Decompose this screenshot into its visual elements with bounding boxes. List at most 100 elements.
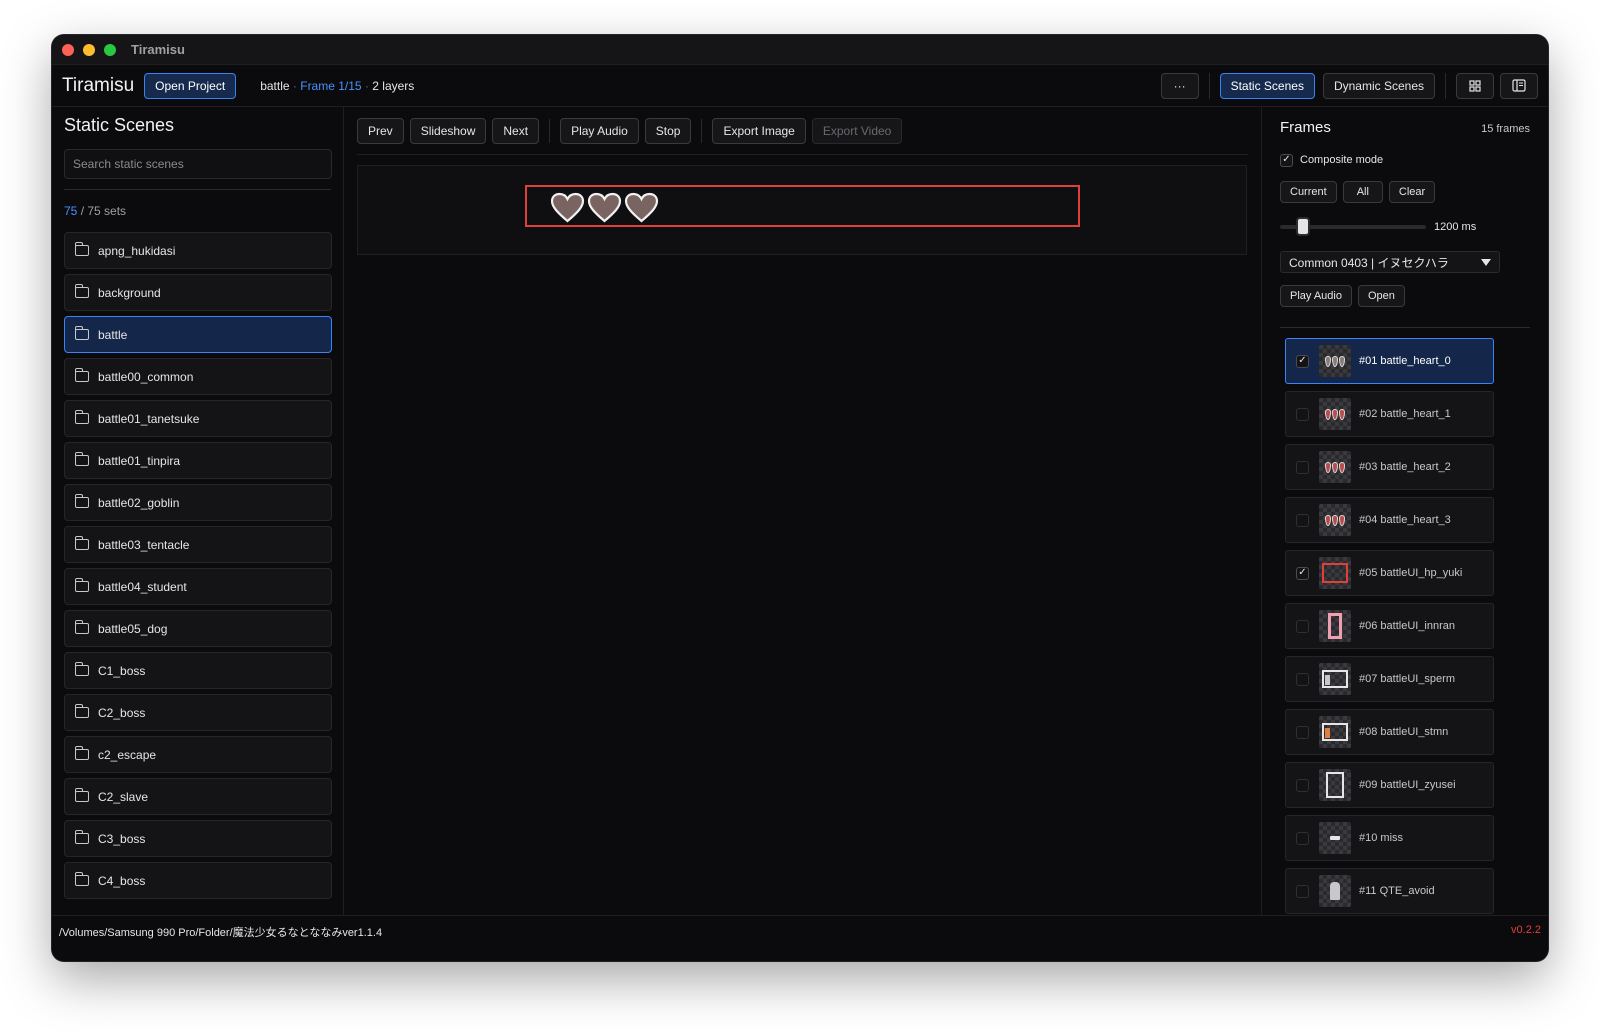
frame-thumbnail: [1319, 663, 1351, 695]
project-path: /Volumes/Samsung 990 Pro/Folder/魔法少女るなとな…: [59, 927, 383, 939]
frame-item-label: #11 QTE_avoid: [1359, 885, 1435, 897]
scene-item[interactable]: C1_boss: [64, 652, 332, 689]
scene-item[interactable]: battle00_common: [64, 358, 332, 395]
scene-item[interactable]: apng_hukidasi: [64, 232, 332, 269]
frame-item[interactable]: #03 battle_heart_2: [1285, 444, 1494, 490]
composite-mode-checkbox[interactable]: ✓: [1280, 153, 1293, 167]
grid-icon: [1469, 79, 1481, 92]
frame-checkbox[interactable]: [1296, 831, 1309, 845]
select-all-button[interactable]: All: [1342, 181, 1383, 203]
frame-item[interactable]: ✓ #05 battleUI_hp_yuki: [1285, 550, 1494, 596]
open-project-button[interactable]: Open Project: [144, 72, 237, 99]
scene-item-label: C2_boss: [98, 705, 146, 720]
scene-item[interactable]: C4_boss: [64, 862, 332, 899]
hearts-thumbnail-icon: [1325, 514, 1345, 526]
scene-search-input[interactable]: [64, 149, 332, 179]
open-audio-button[interactable]: Open: [1357, 285, 1405, 307]
folder-icon: [74, 620, 89, 634]
prev-button[interactable]: Prev: [357, 117, 404, 144]
frame-item[interactable]: #07 battleUI_sperm: [1285, 656, 1494, 702]
scene-item[interactable]: battle: [64, 316, 332, 353]
more-menu-button[interactable]: ···: [1160, 72, 1199, 99]
frame-item[interactable]: #10 miss: [1285, 815, 1494, 861]
scene-item[interactable]: battle03_tentacle: [64, 526, 332, 563]
frame-checkbox[interactable]: [1296, 778, 1309, 792]
stop-button[interactable]: Stop: [644, 117, 692, 144]
frame-checkbox[interactable]: [1296, 884, 1309, 898]
scene-item[interactable]: C2_slave: [64, 778, 332, 815]
folder-icon: [74, 242, 89, 256]
scene-item[interactable]: battle02_goblin: [64, 484, 332, 521]
frame-checkbox[interactable]: [1296, 619, 1309, 633]
sidebar-divider: [64, 189, 331, 190]
scene-item-label: battle01_tinpira: [98, 453, 181, 468]
scene-item[interactable]: background: [64, 274, 332, 311]
figure-thumbnail-icon: [1330, 882, 1340, 900]
folder-icon: [74, 830, 89, 844]
header-divider: [1208, 72, 1210, 99]
frame-checkbox[interactable]: [1296, 407, 1309, 421]
hearts-thumbnail-icon: [1325, 461, 1345, 473]
scene-item[interactable]: C3_boss: [64, 820, 332, 857]
frame-item[interactable]: #09 battleUI_zyusei: [1285, 762, 1494, 808]
export-image-button[interactable]: Export Image: [712, 117, 806, 144]
frame-play-audio-button[interactable]: Play Audio: [1280, 285, 1352, 307]
frame-checkbox[interactable]: [1296, 672, 1309, 686]
grid-view-button[interactable]: [1456, 72, 1494, 99]
frame-checkbox[interactable]: [1296, 460, 1309, 474]
slideshow-button[interactable]: Slideshow: [409, 117, 487, 144]
folder-icon: [74, 872, 89, 886]
frame-item[interactable]: #04 battle_heart_3: [1285, 497, 1494, 543]
static-scenes-tab[interactable]: Static Scenes: [1219, 72, 1315, 99]
minimize-window-button[interactable]: [83, 43, 95, 56]
frame-item[interactable]: #02 battle_heart_1: [1285, 391, 1494, 437]
frame-item[interactable]: #11 QTE_avoid: [1285, 868, 1494, 914]
scene-item[interactable]: battle05_dog: [64, 610, 332, 647]
select-current-button[interactable]: Current: [1280, 181, 1337, 203]
scene-item[interactable]: c2_escape: [64, 736, 332, 773]
frame-checkbox[interactable]: [1296, 513, 1309, 527]
heart-row: [550, 192, 659, 223]
clear-selection-button[interactable]: Clear: [1388, 181, 1436, 203]
panel-layout-button[interactable]: [1500, 72, 1538, 99]
folder-icon: [74, 326, 89, 340]
breadcrumb-layers: 2 layers: [372, 78, 415, 93]
folder-icon: [74, 284, 89, 298]
next-button[interactable]: Next: [492, 117, 540, 144]
scene-item[interactable]: battle04_student: [64, 568, 332, 605]
export-video-button[interactable]: Export Video: [811, 117, 903, 144]
frame-item[interactable]: #06 battleUI_innran: [1285, 603, 1494, 649]
dynamic-scenes-tab[interactable]: Dynamic Scenes: [1322, 72, 1435, 99]
frame-item[interactable]: #08 battleUI_stmn: [1285, 709, 1494, 755]
heart-icon: [587, 192, 622, 223]
composite-canvas[interactable]: [357, 165, 1247, 255]
scene-item[interactable]: battle01_tinpira: [64, 442, 332, 479]
frames-panel: Frames 15 frames ✓ Composite mode Curren…: [1261, 107, 1548, 915]
folder-icon: [74, 788, 89, 802]
composite-mode-toggle[interactable]: ✓ Composite mode: [1280, 151, 1530, 169]
close-window-button[interactable]: [62, 43, 74, 56]
hearts-thumbnail-icon: [1325, 355, 1345, 367]
frame-item[interactable]: ✓ #01 battle_heart_0: [1285, 338, 1494, 384]
frame-item-label: #07 battleUI_sperm: [1359, 673, 1455, 685]
frame-checkbox[interactable]: [1296, 725, 1309, 739]
frame-item-label: #09 battleUI_zyusei: [1359, 779, 1456, 791]
breadcrumb-scene: battle: [260, 78, 290, 93]
miss-thumbnail-icon: [1330, 836, 1340, 840]
zoom-window-button[interactable]: [104, 43, 116, 56]
scene-list: apng_hukidasi background battle battle00_co…: [64, 232, 332, 899]
folder-icon: [74, 452, 89, 466]
frame-thumbnail: [1319, 822, 1351, 854]
hp-frame-thumbnail-icon: [1322, 563, 1348, 583]
audio-select[interactable]: Common 0403 | イヌセクハラ: [1280, 251, 1500, 273]
duration-slider[interactable]: [1280, 217, 1426, 236]
scene-item[interactable]: C2_boss: [64, 694, 332, 731]
play-audio-button[interactable]: Play Audio: [560, 117, 639, 144]
duration-slider-thumb[interactable]: [1296, 217, 1311, 236]
scene-item-label: battle03_tentacle: [98, 537, 190, 552]
frame-checkbox[interactable]: ✓: [1296, 354, 1309, 368]
frame-thumbnail: [1319, 557, 1351, 589]
header-divider: [1445, 72, 1446, 99]
frame-checkbox[interactable]: ✓: [1296, 566, 1309, 580]
scene-item[interactable]: battle01_tanetsuke: [64, 400, 332, 437]
